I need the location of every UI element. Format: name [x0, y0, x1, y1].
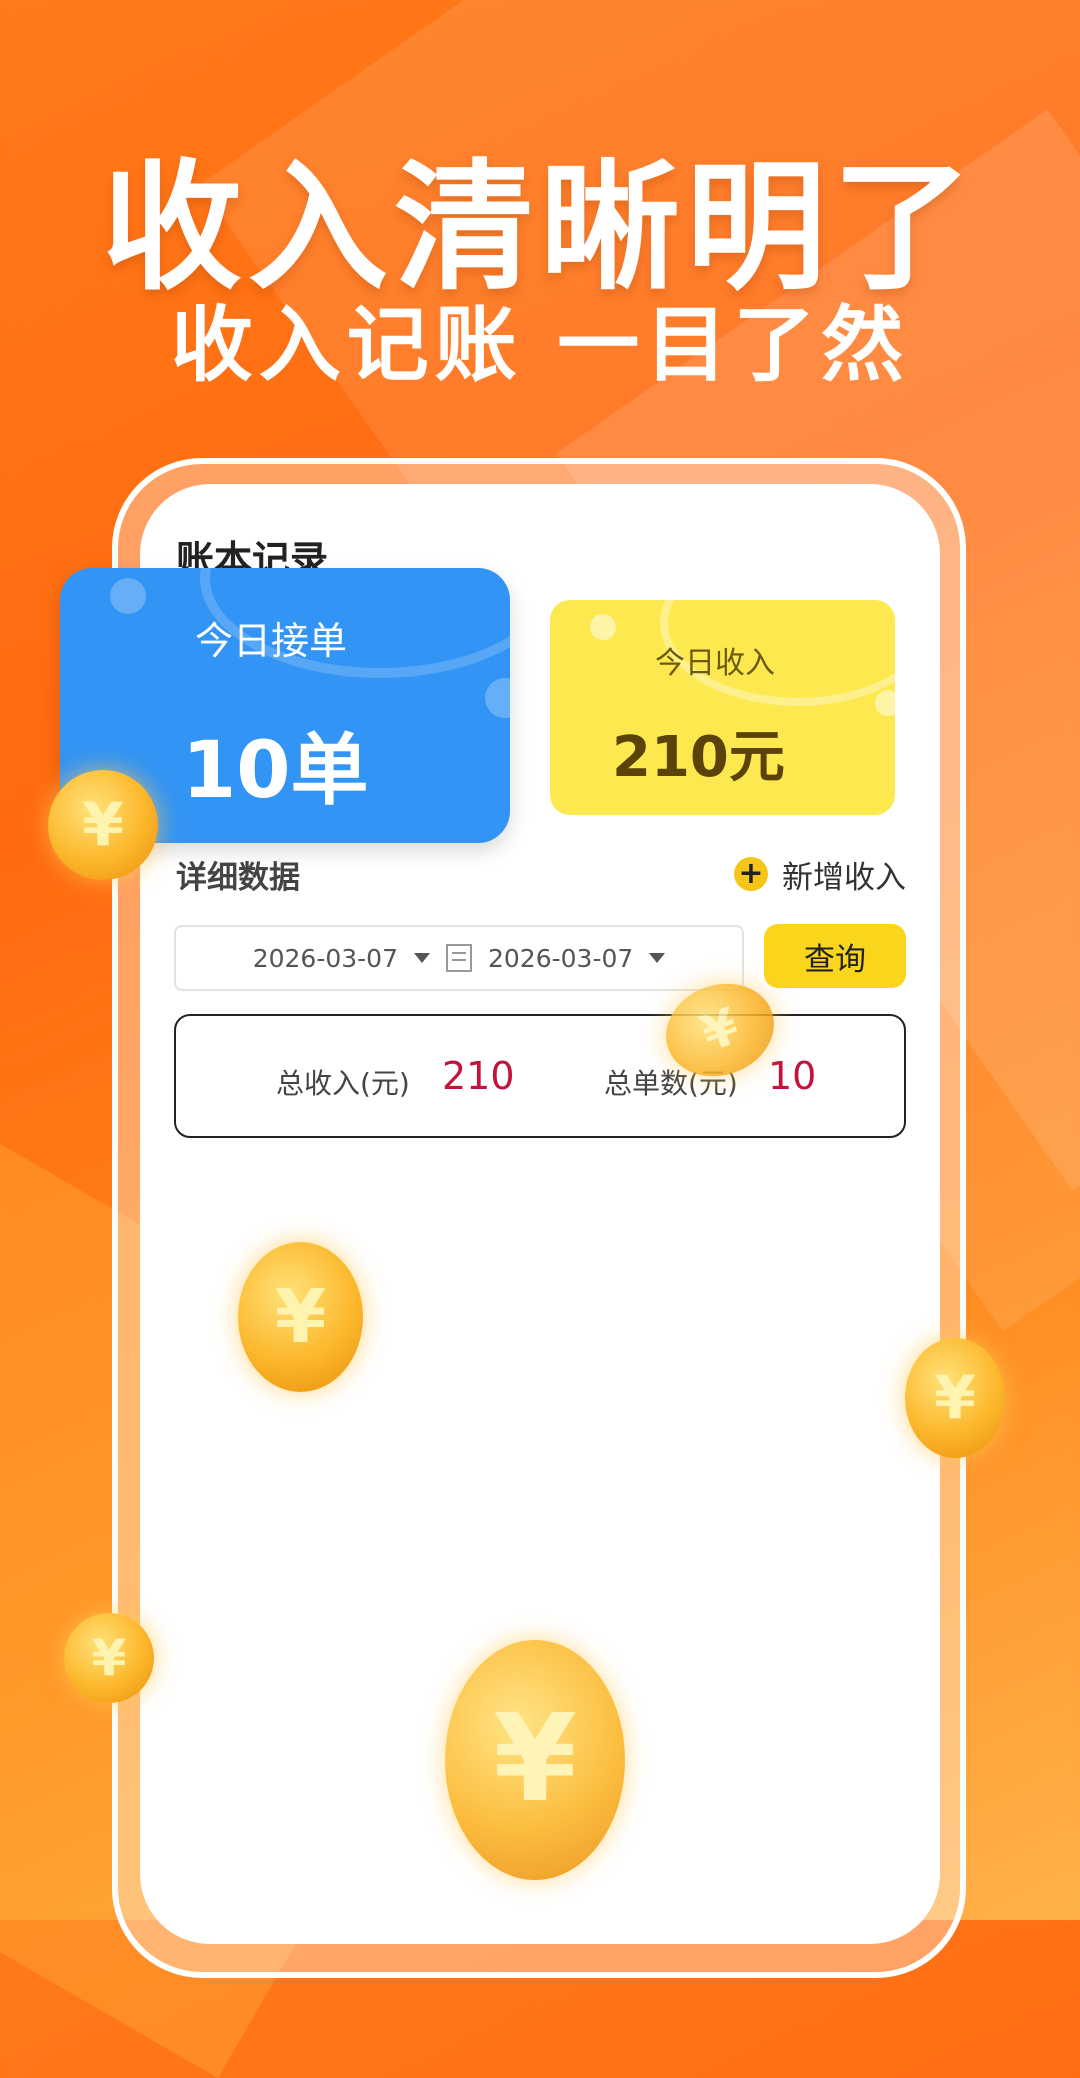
- date-to[interactable]: 2026-03-07: [488, 944, 633, 973]
- coin-icon: ¥: [64, 1613, 154, 1703]
- details-header: 详细数据 + 新增收入: [176, 852, 906, 897]
- plus-icon: +: [734, 857, 768, 891]
- chevron-down-icon: [649, 953, 666, 963]
- card-decoration: [110, 578, 146, 614]
- today-income-value: 210元: [612, 725, 785, 790]
- total-orders-value: 10: [768, 1054, 817, 1098]
- today-income-label: 今日收入: [655, 646, 775, 681]
- coin-icon: ¥: [238, 1242, 363, 1392]
- calendar-icon: [446, 944, 472, 972]
- today-orders-value: 10单: [182, 726, 369, 816]
- date-from[interactable]: 2026-03-07: [253, 944, 398, 973]
- total-income-value: 210: [442, 1054, 515, 1098]
- total-income-label: 总收入(元): [276, 1067, 410, 1100]
- details-label: 详细数据: [176, 860, 300, 896]
- totals-summary: 总收入(元) 210 总单数(元) 10: [174, 1014, 906, 1138]
- coin-icon: ¥: [905, 1338, 1005, 1458]
- today-income-card: 今日收入 210元: [550, 600, 895, 815]
- promo-subline: 收入记账 一目了然: [170, 298, 910, 393]
- add-income-label: 新增收入: [782, 859, 906, 896]
- card-decoration: [875, 690, 895, 716]
- card-decoration: [485, 678, 510, 718]
- card-decoration: [590, 614, 616, 640]
- today-orders-label: 今日接单: [195, 619, 348, 663]
- coin-icon: ¥: [445, 1640, 625, 1880]
- chevron-down-icon: [414, 953, 430, 963]
- add-income-button[interactable]: + 新增收入: [734, 852, 906, 896]
- date-range-picker[interactable]: 2026-03-07 2026-03-07: [174, 925, 744, 991]
- coin-icon: ¥: [48, 770, 158, 880]
- query-button[interactable]: 查询: [764, 924, 906, 988]
